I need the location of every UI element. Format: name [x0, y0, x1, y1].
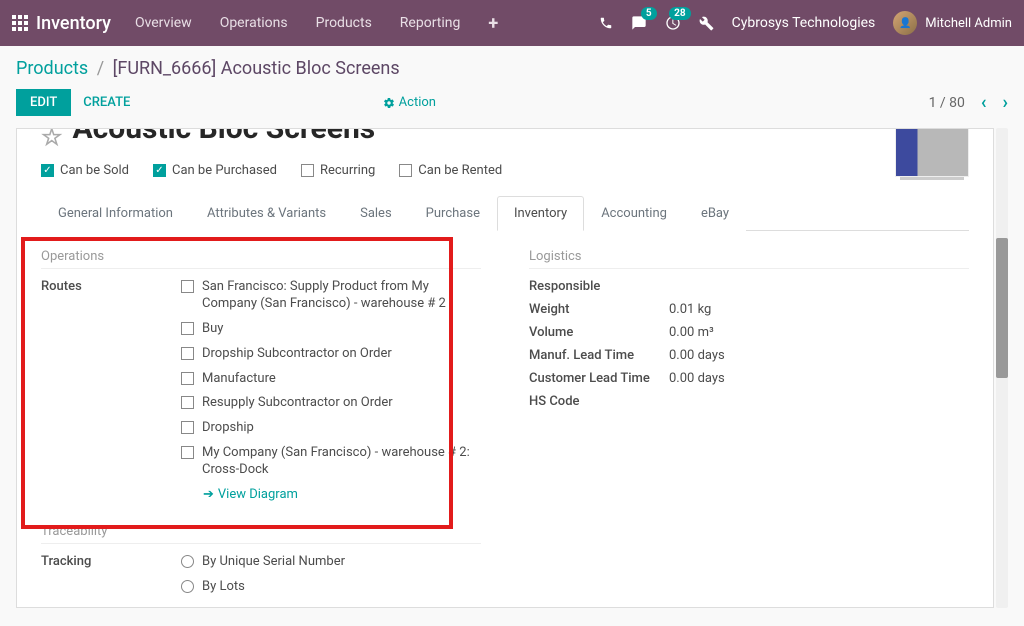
- tab-general[interactable]: General Information: [41, 196, 190, 231]
- company-name[interactable]: Cybrosys Technologies: [732, 15, 876, 31]
- route-item[interactable]: Buy: [181, 321, 481, 338]
- nav-reporting[interactable]: Reporting: [400, 15, 461, 31]
- volume-label: Volume: [529, 325, 669, 340]
- route-item[interactable]: Manufacture: [181, 371, 481, 388]
- tab-accounting[interactable]: Accounting: [584, 196, 684, 231]
- action-dropdown[interactable]: Action: [383, 95, 436, 110]
- nav-overview[interactable]: Overview: [135, 15, 192, 31]
- check-sold[interactable]: ✓Can be Sold: [41, 163, 129, 178]
- scrollbar[interactable]: [996, 128, 1008, 608]
- tracking-serial[interactable]: By Unique Serial Number: [181, 554, 481, 569]
- star-icon[interactable]: ☆: [41, 128, 63, 151]
- nav-products[interactable]: Products: [316, 15, 372, 31]
- responsible-label: Responsible: [529, 279, 669, 294]
- user-name: Mitchell Admin: [925, 16, 1012, 31]
- cust-value: 0.00 days: [669, 371, 969, 386]
- tab-inventory[interactable]: Inventory: [497, 196, 584, 231]
- cust-label: Customer Lead Time: [529, 371, 669, 386]
- route-item[interactable]: Resupply Subcontractor on Order: [181, 395, 481, 412]
- activity-icon[interactable]: 28: [665, 15, 681, 31]
- apps-icon[interactable]: [12, 15, 28, 31]
- logistics-title: Logistics: [529, 249, 969, 269]
- breadcrumb-current: [FURN_6666] Acoustic Bloc Screens: [113, 58, 400, 79]
- tools-icon[interactable]: [699, 16, 714, 31]
- user-menu[interactable]: 👤 Mitchell Admin: [893, 11, 1012, 35]
- pager: 1 / 80 ‹ ›: [929, 92, 1008, 113]
- tab-purchase[interactable]: Purchase: [409, 196, 497, 231]
- tab-ebay[interactable]: eBay: [684, 196, 746, 231]
- volume-value: 0.00 m³: [669, 325, 969, 340]
- product-title: ☆ Acoustic Bloc Screens: [41, 128, 875, 151]
- check-recurring[interactable]: Recurring: [301, 163, 375, 178]
- tracking-label: Tracking: [41, 554, 181, 604]
- manuf-value: 0.00 days: [669, 348, 969, 363]
- product-image[interactable]: [895, 128, 969, 177]
- top-icons: 5 28 Cybrosys Technologies 👤 Mitchell Ad…: [599, 11, 1012, 35]
- manuf-label: Manuf. Lead Time: [529, 348, 669, 363]
- route-item[interactable]: My Company (San Francisco) - warehouse #…: [181, 445, 481, 479]
- top-navbar: Inventory Overview Operations Products R…: [0, 0, 1024, 46]
- create-button[interactable]: CREATE: [83, 95, 130, 110]
- arrow-right-icon: ➔: [203, 487, 214, 502]
- traceability-title: Traceability: [41, 524, 481, 544]
- operations-title: Operations: [41, 249, 481, 269]
- edit-button[interactable]: EDIT: [16, 89, 71, 116]
- tabs: General Information Attributes & Variant…: [41, 196, 969, 231]
- phone-icon[interactable]: [599, 16, 613, 30]
- view-diagram-link[interactable]: ➔ View Diagram: [203, 487, 481, 502]
- chat-icon[interactable]: 5: [631, 15, 647, 31]
- hs-label: HS Code: [529, 394, 669, 409]
- check-rented[interactable]: Can be Rented: [399, 163, 502, 178]
- breadcrumb-root[interactable]: Products: [16, 58, 88, 79]
- weight-label: Weight: [529, 302, 669, 317]
- nav-operations[interactable]: Operations: [220, 15, 288, 31]
- gear-icon: [383, 97, 395, 109]
- chat-badge: 5: [641, 7, 657, 20]
- tab-variants[interactable]: Attributes & Variants: [190, 196, 343, 231]
- route-item[interactable]: Dropship Subcontractor on Order: [181, 346, 481, 363]
- tracking-lots[interactable]: By Lots: [181, 579, 481, 594]
- pager-text: 1 / 80: [929, 95, 965, 111]
- routes-label: Routes: [41, 279, 181, 502]
- activity-badge: 28: [669, 7, 690, 20]
- pager-prev[interactable]: ‹: [981, 92, 987, 113]
- route-item[interactable]: Dropship: [181, 420, 481, 437]
- weight-value: 0.01 kg: [669, 302, 969, 317]
- plus-icon[interactable]: +: [488, 13, 498, 34]
- form-sheet: ☆ Acoustic Bloc Screens ✓Can be Sold ✓Ca…: [16, 128, 994, 608]
- control-bar: EDIT CREATE Action 1 / 80 ‹ ›: [0, 83, 1024, 128]
- check-purchased[interactable]: ✓Can be Purchased: [153, 163, 277, 178]
- route-item[interactable]: San Francisco: Supply Product from My Co…: [181, 279, 481, 313]
- avatar: 👤: [893, 11, 917, 35]
- app-brand[interactable]: Inventory: [36, 13, 111, 34]
- tab-sales[interactable]: Sales: [343, 196, 409, 231]
- top-menu: Overview Operations Products Reporting +: [135, 13, 498, 34]
- pager-next[interactable]: ›: [1003, 92, 1008, 113]
- breadcrumb: Products / [FURN_6666] Acoustic Bloc Scr…: [0, 46, 1024, 83]
